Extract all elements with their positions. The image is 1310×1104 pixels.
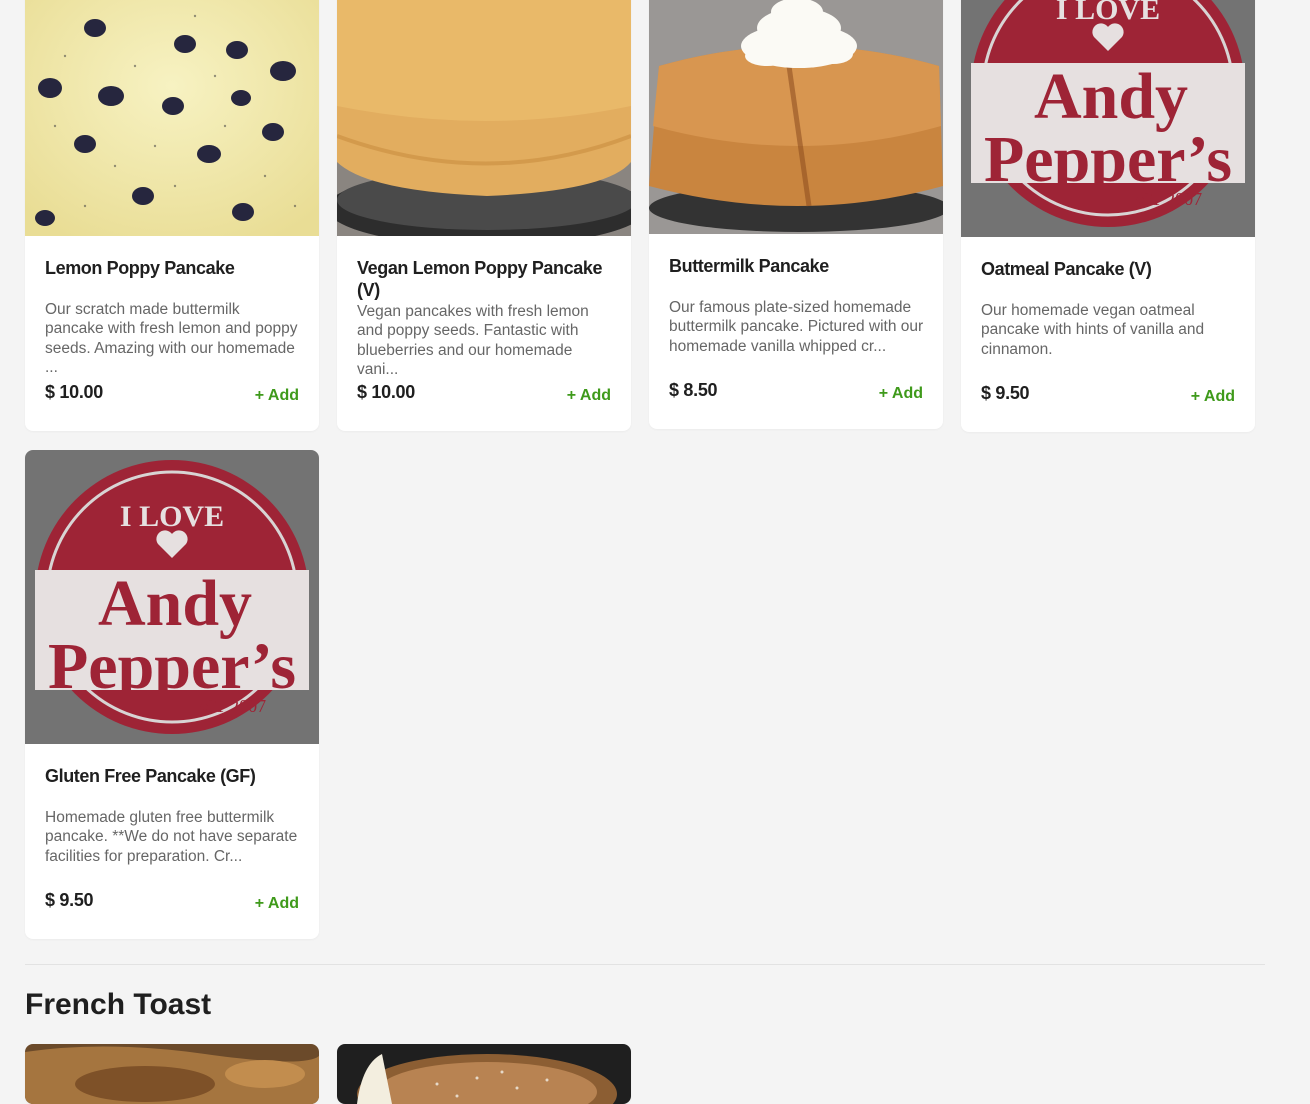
svg-text:Pepper’s: Pepper’s [984, 123, 1232, 196]
vegan-lemon-poppy-pancake-photo [337, 0, 631, 236]
item-price: $ 10.00 [45, 382, 103, 402]
menu-item-card[interactable]: I LOVE Andy Pepper’s EST 2007 Gluten Fre… [25, 450, 319, 939]
add-button[interactable]: + Add [255, 895, 299, 913]
menu-item-card[interactable]: I LOVE Andy Pepper’s EST 2007 Oatmeal Pa… [961, 0, 1255, 432]
item-price: $ 9.50 [45, 890, 94, 910]
item-name: Gluten Free Pancake (GF) [45, 766, 256, 786]
lemon-poppy-pancake-photo [25, 0, 319, 236]
item-description: Vegan pancakes with fresh lemon and popp… [357, 303, 589, 379]
add-button[interactable]: + Add [255, 387, 299, 405]
item-description: Our homemade vegan oatmeal pancake with … [981, 302, 1205, 358]
item-price: $ 8.50 [669, 380, 718, 400]
svg-text:I LOVE: I LOVE [1056, 0, 1160, 26]
item-price: $ 9.50 [981, 383, 1030, 403]
svg-text:I LOVE: I LOVE [120, 500, 224, 533]
svg-text:Pepper’s: Pepper’s [48, 630, 296, 703]
section-divider [25, 964, 1265, 965]
add-button[interactable]: + Add [567, 387, 611, 405]
svg-text:EST 2007: EST 2007 [194, 696, 266, 716]
item-description: Our famous plate-sized homemade buttermi… [669, 299, 924, 355]
item-name: Lemon Poppy Pancake [45, 258, 235, 278]
item-price: $ 10.00 [357, 382, 415, 402]
buttermilk-pancake-photo [649, 0, 943, 234]
svg-text:EST 2007: EST 2007 [1130, 189, 1202, 209]
item-description: Homemade gluten free buttermilk pancake.… [45, 809, 298, 865]
french-toast-photo [337, 1044, 631, 1104]
item-name: Oatmeal Pancake (V) [981, 259, 1152, 279]
andy-peppers-logo: I LOVE Andy Pepper’s EST 2007 [961, 0, 1255, 237]
french-toast-photo [25, 1044, 319, 1104]
andy-peppers-logo: I LOVE Andy Pepper’s EST 2007 [25, 450, 319, 744]
menu-item-card[interactable]: Buttermilk Pancake Our famous plate-size… [649, 0, 943, 429]
item-description: Our scratch made buttermilk pancake with… [45, 301, 298, 377]
menu-item-card[interactable] [337, 1044, 631, 1104]
menu-item-card[interactable]: Lemon Poppy Pancake Our scratch made but… [25, 0, 319, 431]
item-name: Buttermilk Pancake [669, 256, 829, 276]
add-button[interactable]: + Add [879, 385, 923, 403]
menu-item-card[interactable] [25, 1044, 319, 1104]
section-title: French Toast [25, 988, 212, 1021]
item-name: Vegan Lemon Poppy Pancake (V) [357, 258, 603, 300]
menu-item-card[interactable]: Vegan Lemon Poppy Pancake (V) Vegan panc… [337, 0, 631, 431]
add-button[interactable]: + Add [1191, 388, 1235, 406]
